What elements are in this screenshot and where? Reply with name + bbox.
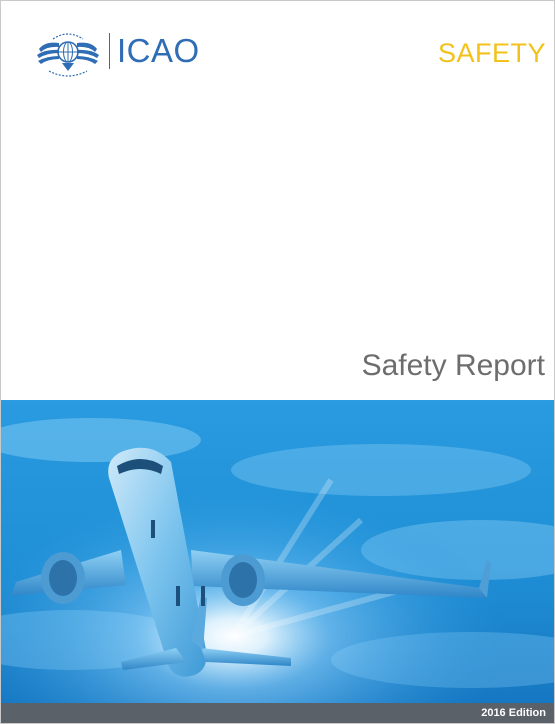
cover-header: ICAO SAFETY bbox=[1, 1, 554, 91]
logo-divider bbox=[109, 33, 110, 69]
edition-bar: 2016 Edition bbox=[1, 703, 554, 723]
un-wreath-emblem-icon bbox=[35, 27, 101, 79]
section-label: SAFETY bbox=[437, 38, 546, 68]
report-cover: ICAO SAFETY Safety Report 2016 Edition bbox=[0, 0, 555, 724]
document-title: Safety Report bbox=[361, 349, 545, 382]
org-name: ICAO bbox=[117, 32, 200, 69]
airplane-photo bbox=[1, 400, 554, 703]
edition-label: 2016 Edition bbox=[481, 707, 546, 719]
